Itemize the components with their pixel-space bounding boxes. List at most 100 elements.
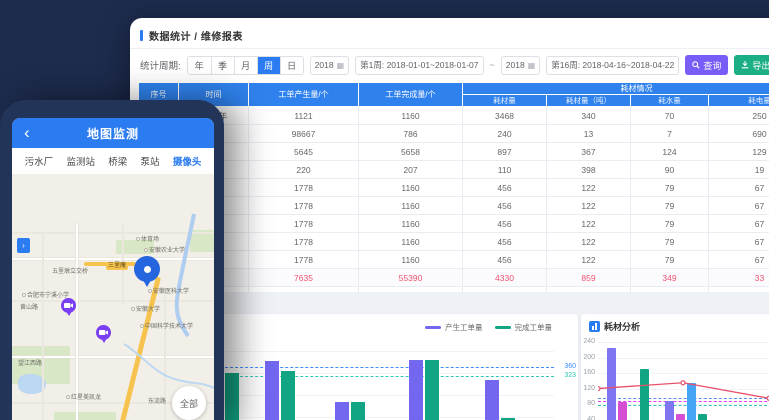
gridline: [598, 389, 769, 390]
gridline: [210, 395, 554, 396]
gridline: [598, 373, 769, 374]
map-category-tabs: 污水厂监测站桥梁泵站摄像头: [12, 148, 214, 174]
bar-完成工单量: [225, 373, 239, 420]
search-icon: [692, 61, 700, 69]
y-tick-label: 240: [581, 338, 595, 345]
gridline: [210, 373, 554, 374]
reference-line: [598, 398, 769, 399]
poi-icon: [66, 395, 70, 399]
bar-产生工单量: [485, 380, 499, 420]
gridline: [598, 358, 769, 359]
map-label: 红星美凯龙: [66, 392, 101, 401]
app-header: ‹ 地图监测: [12, 118, 214, 148]
camera-icon: [99, 329, 108, 336]
show-all-button[interactable]: 全部: [172, 386, 206, 420]
period-option-季[interactable]: 季: [211, 57, 234, 74]
group-header: 耗材情况: [463, 83, 769, 95]
total-row: 合计763555390433085934933: [139, 269, 769, 287]
bar-完成工单量: [425, 360, 439, 420]
bar: [698, 414, 707, 420]
tab-污水厂[interactable]: 污水厂: [25, 154, 54, 168]
start-week-input[interactable]: 第1周: 2018-01-01~2018-01-07: [355, 56, 483, 75]
y-tick-label: 200: [581, 354, 595, 361]
map-label: 合肥市宁溪小学: [22, 290, 69, 299]
back-button[interactable]: ‹: [24, 120, 30, 146]
phone-mockup: ‹ 地图监测 污水厂监测站桥梁泵站摄像头: [0, 100, 224, 420]
end-year-select[interactable]: 2018 ▦: [501, 56, 540, 75]
breadcrumb-accent-bar: [140, 30, 143, 41]
map-label: 安徽医科大学: [148, 286, 189, 295]
camera-marker[interactable]: [61, 298, 76, 313]
start-year-select[interactable]: 2018 ▦: [310, 56, 349, 75]
camera-marker[interactable]: [96, 325, 111, 340]
end-week-input[interactable]: 第16周: 2018-04-16~2018-04-22: [546, 56, 679, 75]
legend-item: 产生工单量: [425, 322, 483, 333]
period-option-年[interactable]: 年: [188, 57, 211, 74]
legend-label: 完成工单量: [515, 322, 553, 333]
y-tick-label: 120: [581, 385, 595, 392]
table-row: 8177811604561227967: [139, 233, 769, 251]
period-segmented-control: 年季月周日: [187, 56, 304, 75]
sub-col-header: 耗材量: [463, 95, 547, 107]
selected-location-pin[interactable]: [134, 256, 160, 282]
legend-item: 完成工单量: [495, 322, 553, 333]
road: [42, 232, 44, 420]
period-option-日[interactable]: 日: [280, 57, 303, 74]
bar-产生工单量: [335, 402, 349, 420]
consumables-chart-card: 耗材分析 2402001601208040: [581, 314, 769, 420]
bar: [607, 348, 616, 420]
period-option-月[interactable]: 月: [234, 57, 257, 74]
breadcrumb-text: 数据统计 / 维修报表: [149, 28, 243, 43]
table-row: 12014年11211160346834070250: [139, 107, 769, 125]
camera-icon: [64, 302, 73, 309]
col-header: 工单完成量/个: [359, 83, 463, 107]
bar: [618, 402, 627, 420]
export-excel-button[interactable]: 导出Excel: [734, 55, 769, 75]
map-label: 体育场: [136, 234, 159, 243]
workorder-bar-plot: 360323: [210, 340, 554, 420]
query-button[interactable]: 查询: [685, 55, 728, 75]
period-option-周[interactable]: 周: [257, 57, 280, 74]
legend-label: 产生工单量: [445, 322, 483, 333]
legend-swatch: [425, 326, 441, 329]
divider: [130, 48, 769, 49]
sub-col-header: 耗水量: [631, 95, 709, 107]
map-label: 东流路: [148, 396, 166, 405]
breadcrumb: 数据统计 / 维修报表: [140, 27, 243, 43]
poi-icon: [144, 248, 148, 252]
reference-label: 323: [564, 372, 576, 379]
y-tick-label: 40: [581, 416, 595, 420]
col-header: 工单产生量/个: [249, 83, 359, 107]
chart-legend: 产生工单量 完成工单量: [425, 322, 552, 333]
tab-摄像头[interactable]: 摄像头: [173, 154, 202, 168]
report-window: 数据统计 / 维修报表 统计周期: 年季月周日 2018 ▦ 第1周: 2018…: [130, 18, 769, 420]
map-view[interactable]: 体育场安徽农业大学五里墩立交桥三里庵安徽医科大学合肥市宁溪小学安徽大学中国科学技…: [12, 174, 214, 420]
chart-title: 耗材分析: [589, 320, 640, 333]
map-label: 望江西路: [18, 358, 42, 367]
bar: [640, 369, 649, 420]
repair-report-table: 序号时间工单产生量/个工单完成量/个耗材情况耗材量耗材量（吨）耗水量耗电量120…: [138, 82, 769, 305]
bar-完成工单量: [281, 371, 295, 420]
sub-col-header: 耗电量: [709, 95, 769, 107]
map-label: 三里庵: [106, 262, 128, 270]
bar-完成工单量: [351, 402, 365, 420]
table-row: 7177811604561227967: [139, 215, 769, 233]
tab-监测站[interactable]: 监测站: [66, 154, 95, 168]
map-expand-button[interactable]: ›: [17, 238, 30, 253]
reference-line: [210, 376, 554, 377]
sub-col-header: 耗材量（吨）: [547, 95, 631, 107]
table-row: 298667786240137690: [139, 125, 769, 143]
tab-泵站[interactable]: 泵站: [141, 154, 160, 168]
park-area: [54, 412, 116, 420]
bar: [665, 401, 674, 420]
table-row: 9177811604561227967: [139, 251, 769, 269]
table-row: 356455658897367124129: [139, 143, 769, 161]
charts-section: 产生工单量完成工单量 360323 耗材分析 2402001601208040: [130, 292, 769, 420]
tab-桥梁[interactable]: 桥梁: [108, 154, 127, 168]
bar-产生工单量: [265, 361, 279, 420]
phone-screen: ‹ 地图监测 污水厂监测站桥梁泵站摄像头: [12, 118, 214, 420]
period-label: 统计周期:: [140, 58, 181, 72]
poi-icon: [131, 307, 135, 311]
y-tick-label: 160: [581, 369, 595, 376]
poi-icon: [22, 293, 26, 297]
